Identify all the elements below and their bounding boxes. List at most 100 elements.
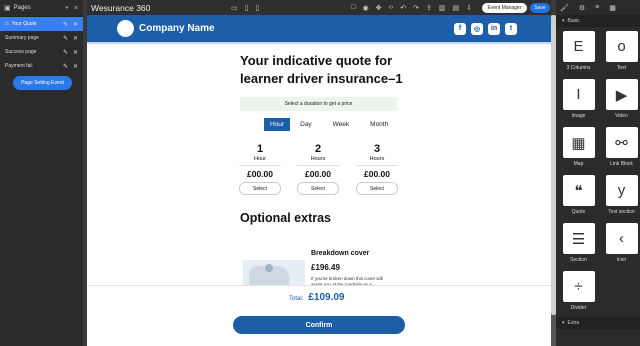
image-icon: I: [562, 79, 595, 110]
tablet-icon[interactable]: ▯: [245, 4, 249, 12]
section-icon: ☰: [562, 223, 595, 254]
move-icon[interactable]: ✥: [376, 4, 382, 12]
code-icon[interactable]: ‹›: [389, 4, 394, 12]
twitter-icon[interactable]: t: [505, 22, 517, 35]
edit-icon[interactable]: ✎: [63, 49, 68, 56]
block-label: Quote: [571, 209, 586, 215]
mobile-icon[interactable]: ▯: [255, 4, 259, 12]
layers-icon[interactable]: ≡: [595, 4, 599, 11]
desktop-icon[interactable]: ▭: [231, 4, 238, 12]
undo-icon[interactable]: ↶: [400, 4, 406, 12]
block-label: Text section: [608, 209, 635, 215]
page-item-success[interactable]: Success page ✎ ✕: [0, 45, 83, 59]
block-link-block[interactable]: ⚯ Link Block: [603, 127, 640, 169]
instagram-icon[interactable]: ◎: [471, 22, 483, 35]
trash-icon[interactable]: ▥: [439, 4, 446, 12]
redo-icon[interactable]: ↷: [413, 4, 419, 12]
page-item-payment-fail[interactable]: Payment fail ✎ ✕: [0, 59, 83, 73]
square-icon[interactable]: □: [351, 4, 355, 12]
basic-blocks-grid: E 3 Columns o Text I Image ▶ Video ▦ Map ⚯ Lin…: [556, 27, 640, 313]
video-icon: ▶: [605, 79, 638, 110]
block-label: Map: [573, 161, 584, 167]
total: Total: £109.09: [289, 292, 345, 303]
delete-icon[interactable]: ✕: [73, 35, 78, 42]
save-button[interactable]: Save: [530, 3, 550, 13]
tab-month[interactable]: Month: [364, 118, 394, 131]
facebook-icon[interactable]: f: [454, 22, 466, 35]
page-item-summary[interactable]: Summary page ✎ ✕: [0, 31, 83, 45]
divider-icon: ÷: [562, 271, 595, 302]
edit-icon[interactable]: ✎: [63, 21, 68, 28]
page-canvas: Company Name f ◎ in t Your indicative qu…: [87, 15, 551, 346]
social-links: f ◎ in t: [454, 22, 517, 35]
columns-icon: E: [562, 31, 595, 62]
block-text[interactable]: o Text: [603, 31, 640, 73]
text-icon: o: [605, 31, 638, 62]
eye-icon[interactable]: ◉: [363, 4, 369, 12]
block-label: 3 Columns: [566, 65, 591, 71]
gear-icon[interactable]: ⚙: [579, 4, 585, 12]
block-text-section[interactable]: y Text section: [603, 175, 640, 217]
select-button[interactable]: Select: [239, 182, 281, 195]
extra-title: Breakdown cover: [311, 250, 370, 257]
block-label: Video: [615, 113, 628, 119]
grid-icon[interactable]: ▦: [609, 4, 616, 12]
right-panel-tabs: 🖌 ⚙ ≡ ▦: [556, 0, 640, 15]
page-setting-event-button[interactable]: Page Setting Event: [13, 76, 72, 90]
total-value: £109.09: [308, 292, 345, 303]
folder-icon[interactable]: ▤: [452, 4, 459, 12]
add-page-button[interactable]: +: [65, 5, 69, 12]
edit-icon[interactable]: ✎: [63, 63, 68, 70]
pages-panel-title: Pages: [13, 5, 31, 11]
block-icon[interactable]: ‹ Icon: [603, 223, 640, 265]
basic-section-header[interactable]: ▾ Basic: [556, 15, 640, 27]
upload-icon[interactable]: ⇪: [426, 4, 432, 12]
pages-panel-header: ▣ Pages + ×: [0, 0, 83, 17]
total-bar: Total: £109.09 Confirm: [87, 285, 551, 346]
pages-icon: ▣: [4, 5, 11, 12]
page-item-label: Payment fail: [5, 63, 33, 69]
block-image[interactable]: I Image: [560, 79, 597, 121]
option-price: £00.00: [239, 165, 281, 179]
option-count: 2: [314, 143, 322, 155]
page-item-your-quote[interactable]: ⌂ Your Quote ✎ ✕: [0, 17, 83, 31]
wheel-shape: [265, 264, 273, 272]
option-price: £00.00: [297, 165, 339, 179]
block-3-columns[interactable]: E 3 Columns: [560, 31, 597, 73]
option-count: 1: [256, 143, 264, 155]
block-label: Icon: [616, 257, 627, 263]
duration-prompt: Select a duration to get a price: [240, 97, 397, 111]
brush-icon[interactable]: 🖌: [560, 4, 569, 12]
select-button[interactable]: Select: [356, 182, 398, 195]
duration-option-3: 3 Hours £00.00 Select: [356, 143, 398, 195]
confirm-button[interactable]: Confirm: [233, 316, 405, 334]
extra-price: £196.49: [311, 263, 340, 272]
delete-icon[interactable]: ✕: [73, 21, 78, 28]
extra-section-header[interactable]: ▾ Extra: [556, 317, 640, 329]
block-label: Link Block: [610, 161, 633, 167]
option-price: £00.00: [356, 165, 398, 179]
select-button[interactable]: Select: [297, 182, 339, 195]
block-divider[interactable]: ÷ Divider: [560, 271, 597, 313]
block-section[interactable]: ☰ Section: [560, 223, 597, 265]
icon-block-icon: ‹: [605, 223, 638, 254]
block-quote[interactable]: ❝ Quote: [560, 175, 597, 217]
close-panel-button[interactable]: ×: [74, 5, 78, 12]
edit-icon[interactable]: ✎: [63, 35, 68, 42]
block-map[interactable]: ▦ Map: [560, 127, 597, 169]
download-icon[interactable]: ⇩: [466, 4, 472, 12]
tab-hour[interactable]: Hour: [264, 118, 291, 131]
option-unit: Hour: [254, 156, 266, 162]
tab-week[interactable]: Week: [327, 118, 356, 131]
delete-icon[interactable]: ✕: [73, 49, 78, 56]
event-manager-button[interactable]: Event Manager: [482, 3, 527, 13]
pages-panel: ▣ Pages + × ⌂ Your Quote ✎ ✕ Summary pag…: [0, 0, 83, 346]
text-section-icon: y: [605, 175, 638, 206]
block-video[interactable]: ▶ Video: [603, 79, 640, 121]
delete-icon[interactable]: ✕: [73, 63, 78, 70]
block-label: Section: [570, 257, 587, 263]
linkedin-icon[interactable]: in: [488, 22, 500, 35]
caret-down-icon: ▾: [562, 320, 565, 326]
tab-day[interactable]: Day: [294, 118, 318, 131]
duration-tabs: Hour Day Week Month: [264, 118, 394, 131]
